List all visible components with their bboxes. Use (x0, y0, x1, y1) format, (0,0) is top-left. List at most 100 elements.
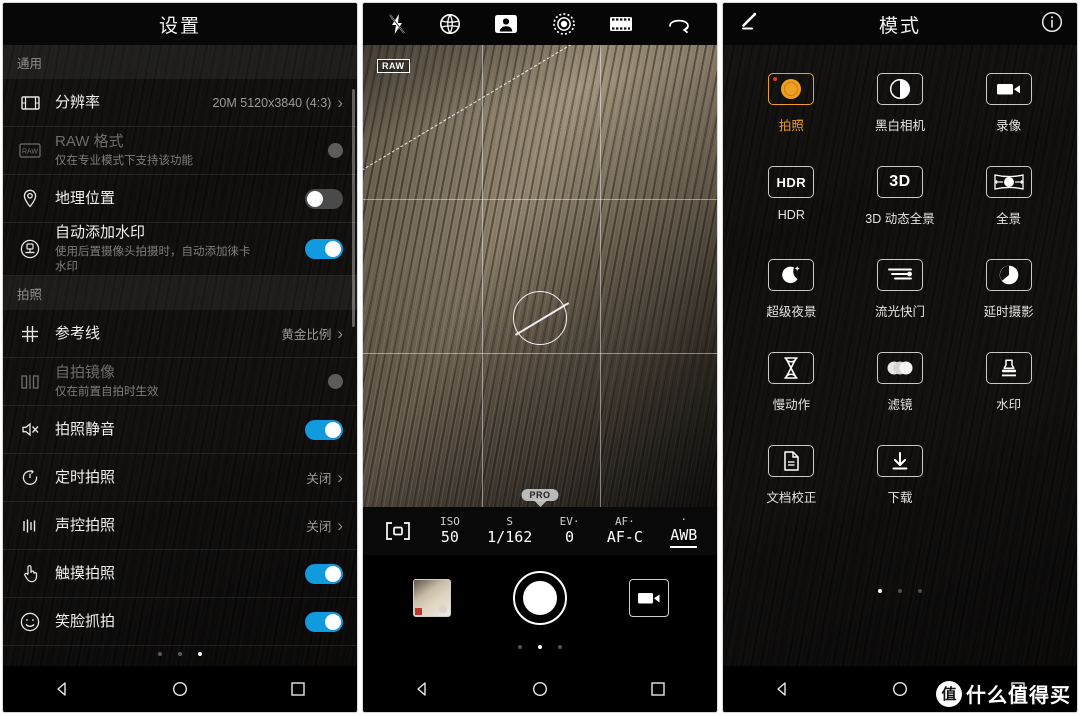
mode-item-hdr[interactable]: HDR HDR (737, 166, 846, 227)
pro-iso[interactable]: ISO 50 (440, 516, 460, 546)
portrait-icon[interactable] (494, 14, 518, 34)
chevron-right-icon: › (337, 93, 343, 112)
monochrome-icon (876, 73, 923, 105)
shutter-button[interactable] (513, 571, 567, 625)
page-dot (918, 589, 922, 593)
setting-control[interactable]: 关闭 › (306, 468, 343, 487)
setting-row-mute-shutter[interactable]: 拍照静音 (3, 406, 357, 454)
camera-dot-icon (768, 73, 815, 105)
filter-icon (876, 352, 923, 384)
setting-label: 自拍镜像 (55, 364, 116, 381)
pro-mode-tab[interactable]: PRO (521, 489, 559, 507)
pro-focus-mode[interactable]: AF· AF-C (607, 516, 643, 546)
toggle-disabled[interactable] (328, 374, 343, 389)
pro-white-balance[interactable]: · AWB (670, 514, 698, 549)
home-icon[interactable] (171, 680, 189, 698)
setting-sublabel: 仅在专业模式下支持该功能 (55, 155, 193, 167)
hdr-icon: HDR (768, 166, 815, 198)
setting-row-gridlines[interactable]: 参考线 黄金比例 › (3, 310, 357, 358)
setting-row-touch-capture[interactable]: 触摸拍照 (3, 550, 357, 598)
camera-top-toolbar[interactable] (363, 3, 717, 45)
toggle-on[interactable] (305, 239, 343, 259)
toggle-disabled[interactable] (328, 143, 343, 158)
loop-icon[interactable] (666, 15, 692, 33)
pro-controls-bar[interactable]: ISO 50 S 1/162 EV· 0 AF· AF-C · AWB (363, 507, 717, 555)
mode-item-video[interactable]: 录像 (954, 73, 1063, 134)
gridline-vertical (600, 45, 601, 507)
flash-off-icon[interactable] (388, 13, 406, 35)
home-icon[interactable] (531, 680, 549, 698)
aperture-icon[interactable] (439, 13, 461, 35)
setting-value: 关闭 (306, 520, 332, 534)
setting-label: 触摸拍照 (55, 565, 116, 582)
setting-text-resolution: 分辨率 (45, 93, 212, 112)
modes-grid[interactable]: 拍照 黑白相机 录像 HDR HDR 3D 3D 动态全景 全景 超级夜景 流光… (723, 45, 1077, 506)
video-record-button[interactable] (629, 579, 669, 617)
back-icon[interactable] (413, 680, 431, 698)
moving-picture-icon[interactable] (552, 12, 576, 36)
focus-ring-indicator (513, 291, 567, 345)
mode-label: 超级夜景 (766, 305, 817, 319)
toggle-on[interactable] (305, 563, 343, 584)
mode-item-monochrome[interactable]: 黑白相机 (846, 73, 955, 134)
gallery-thumbnail[interactable] (413, 579, 451, 617)
setting-control[interactable]: 20M 5120x3840 (4:3) › (212, 94, 343, 111)
setting-row-selfie-mirror[interactable]: 自拍镜像 仅在前置自拍时生效 (3, 358, 357, 406)
setting-row-raw[interactable]: RAW RAW 格式 仅在专业模式下支持该功能 (3, 127, 357, 175)
page-dot-active (538, 645, 542, 649)
recents-icon[interactable] (649, 680, 667, 698)
setting-control[interactable] (305, 188, 343, 209)
mode-item-photo[interactable]: 拍照 (737, 73, 846, 134)
setting-row-timer[interactable]: 定时拍照 关闭 › (3, 454, 357, 502)
settings-body[interactable]: 通用 分辨率 20M 5120x3840 (4:3) › RAW RAW 格式 … (3, 45, 357, 670)
mode-item-panorama[interactable]: 全景 (954, 166, 1063, 227)
setting-row-geolocation[interactable]: 地理位置 (3, 175, 357, 223)
toggle-on[interactable] (305, 419, 343, 440)
mode-item-night[interactable]: 超级夜景 (737, 259, 846, 320)
pro-ev[interactable]: EV· 0 (560, 516, 580, 546)
setting-control[interactable]: 关闭 › (306, 516, 343, 535)
stamp-icon (985, 352, 1032, 384)
back-icon[interactable] (53, 680, 71, 698)
setting-row-smile-capture[interactable]: 笑脸抓拍 (3, 598, 357, 646)
setting-label: 自动添加水印 (55, 224, 146, 241)
setting-control[interactable] (305, 239, 343, 259)
mode-item-3d-panorama[interactable]: 3D 3D 动态全景 (846, 166, 955, 227)
setting-row-audio-control[interactable]: 声控拍照 关闭 › (3, 502, 357, 550)
pro-shutter-speed[interactable]: S 1/162 (487, 516, 532, 546)
scrollbar[interactable] (352, 89, 355, 327)
mute-icon (15, 415, 45, 445)
toggle-off[interactable] (305, 188, 343, 209)
info-icon[interactable] (1041, 11, 1063, 38)
setting-value: 关闭 (306, 472, 332, 486)
android-navbar (3, 666, 357, 712)
pro-metering[interactable] (383, 520, 413, 542)
settings-header: 设置 (3, 3, 357, 45)
setting-control[interactable] (305, 419, 343, 440)
mode-item-filter[interactable]: 滤镜 (846, 352, 955, 413)
setting-control[interactable] (328, 374, 343, 389)
home-icon[interactable] (891, 680, 909, 698)
setting-control[interactable] (305, 563, 343, 584)
setting-control[interactable] (328, 143, 343, 158)
timer-icon (15, 463, 45, 493)
setting-control[interactable] (305, 611, 343, 632)
back-icon[interactable] (773, 680, 791, 698)
recents-icon[interactable] (289, 680, 307, 698)
filmstrip-icon[interactable] (609, 15, 633, 33)
mode-item-document[interactable]: 文档校正 (737, 445, 846, 506)
mode-item-timelapse[interactable]: 延时摄影 (954, 259, 1063, 320)
toggle-on[interactable] (305, 611, 343, 632)
mode-item-slow-motion[interactable]: 慢动作 (737, 352, 846, 413)
pro-value: AWB (670, 528, 698, 549)
mode-item-download[interactable]: 下载 (846, 445, 955, 506)
camera-viewfinder[interactable]: RAW PRO (363, 45, 717, 507)
setting-control[interactable]: 黄金比例 › (281, 324, 343, 343)
mode-item-watermark[interactable]: 水印 (954, 352, 1063, 413)
setting-row-auto-watermark[interactable]: 自动添加水印 使用后置摄像头拍摄时，自动添加徕卡水印 (3, 223, 357, 276)
edit-pencil-icon[interactable] (737, 11, 759, 38)
mode-item-light-painting[interactable]: 流光快门 (846, 259, 955, 320)
setting-label: 分辨率 (55, 94, 101, 111)
mode-label: 延时摄影 (983, 305, 1034, 319)
setting-row-resolution[interactable]: 分辨率 20M 5120x3840 (4:3) › (3, 79, 357, 127)
